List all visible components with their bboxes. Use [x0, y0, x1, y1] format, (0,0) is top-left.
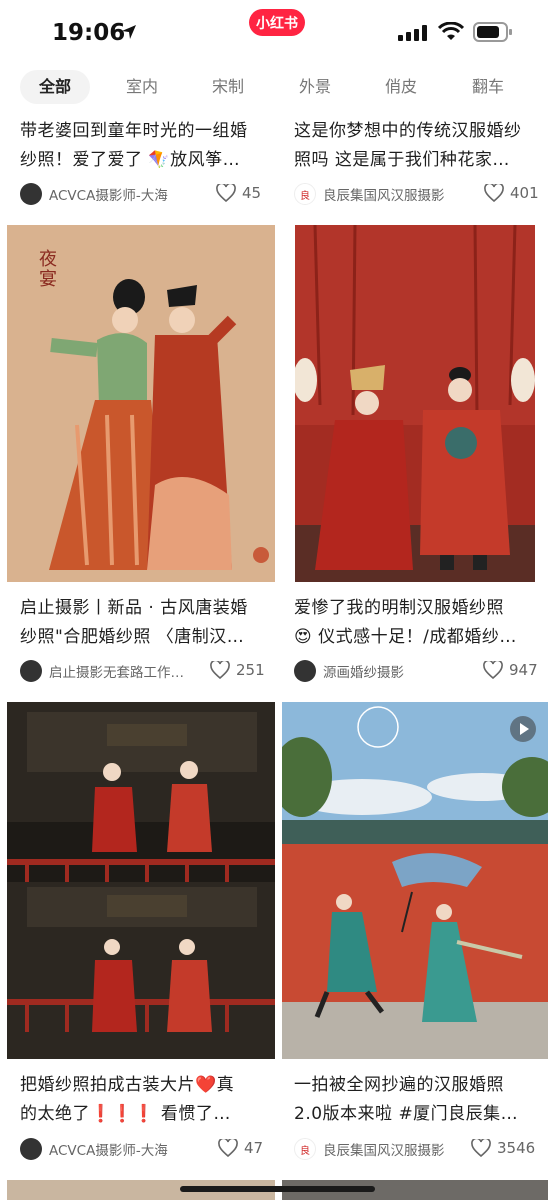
post-card[interactable]: 爱惨了我的明制汉服婚纱照 😍 仪式感十足！/成都婚纱… [294, 594, 544, 652]
post-author[interactable]: ACVCA摄影师-大海 [20, 1137, 200, 1161]
post-title-line: 带老婆回到童年时光的一组婚 [20, 121, 248, 141]
like-count: 401 [510, 184, 539, 202]
cellular-signal-icon [398, 25, 427, 41]
heart-icon [210, 661, 230, 679]
wedding-couple-photo: 夜 宴 [7, 225, 275, 582]
post-card[interactable]: 启止摄影丨新品 · 古风唐装婚 纱照"合肥婚纱照 〈唐制汉… [20, 594, 270, 652]
category-tabs: 全部 室内 宋制 外景 俏皮 翻车 [0, 70, 555, 106]
location-arrow-icon [122, 25, 136, 39]
post-title-line: 纱照！爱了爱了 🪁放风筝… [20, 150, 241, 170]
wedding-couple-photo [7, 702, 275, 1059]
avatar [20, 660, 42, 682]
like-count: 47 [244, 1139, 264, 1157]
post-card[interactable]: 带老婆回到童年时光的一组婚 纱照！爱了爱了 🪁放风筝… [20, 117, 270, 175]
battery-icon [473, 22, 512, 42]
post-title-line: 启止摄影丨新品 · 古风唐装婚 [20, 598, 248, 618]
like-count: 3546 [497, 1139, 536, 1157]
like-count: 45 [242, 184, 262, 202]
post-title-line: 纱照"合肥婚纱照 〈唐制汉… [20, 627, 245, 647]
like-button[interactable]: 401 [484, 184, 539, 202]
author-name: ACVCA摄影师-大海 [49, 1143, 168, 1159]
home-indicator[interactable] [180, 1186, 375, 1192]
like-count: 251 [236, 661, 265, 679]
post-author[interactable]: ACVCA摄影师-大海 [20, 182, 200, 206]
author-name: 良辰集国风汉服摄影 [323, 1143, 445, 1159]
avatar: 良 [294, 1138, 316, 1160]
wedding-couple-photo [282, 702, 548, 1059]
post-cover-image[interactable] [295, 225, 535, 582]
like-count: 947 [509, 661, 538, 679]
avatar [294, 660, 316, 682]
post-author[interactable]: 良 良辰集国风汉服摄影 [294, 182, 464, 206]
tab-song-style[interactable]: 宋制 [193, 70, 263, 104]
avatar [20, 183, 42, 205]
tab-indoor[interactable]: 室内 [107, 70, 177, 104]
post-cover-image[interactable]: 夜 宴 [7, 225, 275, 582]
heart-icon [483, 661, 503, 679]
like-button[interactable]: 47 [218, 1139, 263, 1157]
post-card[interactable]: 一拍被全网抄遍的汉服婚照 2.0版本来啦 #厦门良辰集… [294, 1071, 544, 1129]
post-title-line: 照吗 这是属于我们种花家… [294, 150, 510, 170]
tab-outdoor[interactable]: 外景 [280, 70, 350, 104]
post-cover-image[interactable] [7, 702, 275, 1059]
post-author[interactable]: 源画婚纱摄影 [294, 659, 464, 683]
post-title-line: 一拍被全网抄遍的汉服婚照 [294, 1075, 504, 1095]
like-button[interactable]: 45 [216, 184, 261, 202]
post-title-line: 爱惨了我的明制汉服婚纱照 [294, 598, 504, 618]
like-button[interactable]: 3546 [471, 1139, 535, 1157]
wedding-couple-photo [295, 225, 535, 582]
status-bar: 19:06 小红书 [0, 0, 555, 64]
post-title-line: 😍 仪式感十足！/成都婚纱… [294, 627, 517, 647]
post-cover-image[interactable] [282, 702, 548, 1059]
svg-text:宴: 宴 [39, 268, 57, 290]
avatar [20, 1138, 42, 1160]
heart-icon [218, 1139, 238, 1157]
tab-all[interactable]: 全部 [20, 70, 90, 104]
author-name: ACVCA摄影师-大海 [49, 188, 168, 204]
like-button[interactable]: 947 [483, 661, 538, 679]
author-name: 良辰集国风汉服摄影 [323, 188, 445, 204]
clock-time: 19:06 [52, 20, 126, 46]
author-name: 源画婚纱摄影 [323, 665, 404, 681]
post-card[interactable]: 这是你梦想中的传统汉服婚纱 照吗 这是属于我们种花家… [294, 117, 544, 175]
post-title-line: 2.0版本来啦 #厦门良辰集… [294, 1104, 519, 1124]
heart-icon [216, 184, 236, 202]
tab-bloopers[interactable]: 翻车 [453, 70, 523, 104]
heart-icon [471, 1139, 491, 1157]
avatar: 良 [294, 183, 316, 205]
app-logo-badge: 小红书 [249, 9, 305, 36]
like-button[interactable]: 251 [210, 661, 265, 679]
author-name: 启止摄影无套路工作… [49, 665, 184, 681]
svg-text:夜: 夜 [39, 249, 57, 270]
post-title-line: 的太绝了❗❗❗ 看惯了… [20, 1104, 231, 1124]
tab-playful[interactable]: 俏皮 [366, 70, 436, 104]
video-play-icon[interactable] [510, 716, 536, 742]
post-author[interactable]: 良 良辰集国风汉服摄影 [294, 1137, 464, 1161]
wifi-icon [438, 22, 464, 40]
heart-icon [484, 184, 504, 202]
post-title-line: 这是你梦想中的传统汉服婚纱 [294, 121, 522, 141]
post-author[interactable]: 启止摄影无套路工作… [20, 659, 198, 683]
post-card[interactable]: 把婚纱照拍成古装大片❤️真 的太绝了❗❗❗ 看惯了… [20, 1071, 270, 1129]
post-title-line: 把婚纱照拍成古装大片❤️真 [20, 1075, 235, 1095]
